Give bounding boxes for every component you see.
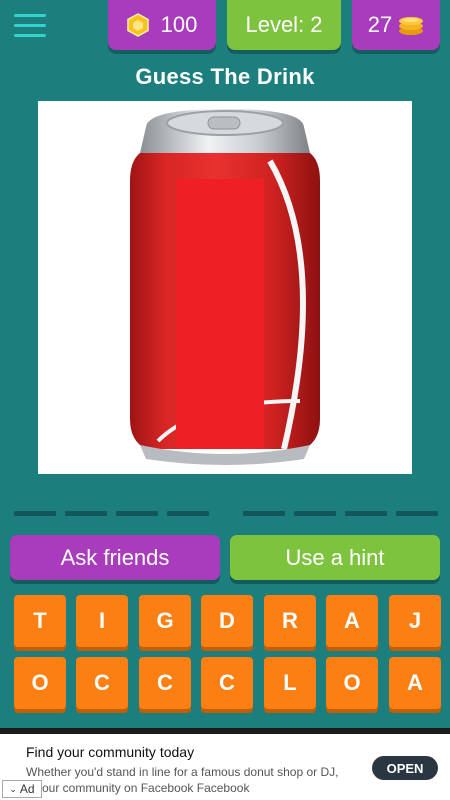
letter-tile[interactable]: T bbox=[14, 595, 66, 647]
letter-tile[interactable]: O bbox=[326, 657, 378, 709]
ad-text-line: d your community on Facebook Facebook bbox=[26, 781, 250, 795]
letter-tile[interactable]: C bbox=[139, 657, 191, 709]
letter-tile[interactable]: C bbox=[76, 657, 128, 709]
soda-can-image bbox=[130, 109, 320, 465]
letter-tile[interactable]: J bbox=[389, 595, 441, 647]
level-badge: Level: 2 bbox=[227, 0, 341, 50]
coins-value: 27 bbox=[367, 12, 393, 37]
letter-tile[interactable]: A bbox=[326, 595, 378, 647]
ad-text-line: Whether you'd stand in line for a famous… bbox=[26, 765, 339, 779]
letter-tile[interactable]: L bbox=[264, 657, 316, 709]
coins-stack-icon bbox=[399, 17, 424, 35]
answer-slot[interactable] bbox=[116, 511, 158, 516]
gems-counter[interactable]: 100 bbox=[108, 0, 216, 50]
ad-banner[interactable]: Find your community today Whether you'd … bbox=[0, 728, 450, 800]
letter-tiles: T I G D R A J O C C C L O A bbox=[0, 595, 450, 715]
answer-slot[interactable] bbox=[243, 511, 285, 516]
use-hint-button[interactable]: Use a hint bbox=[230, 535, 440, 580]
answer-slot[interactable] bbox=[14, 511, 56, 516]
letter-tile[interactable]: G bbox=[139, 595, 191, 647]
letter-tile[interactable]: C bbox=[201, 657, 253, 709]
letter-tile[interactable]: I bbox=[76, 595, 128, 647]
letter-tile[interactable]: O bbox=[14, 657, 66, 709]
answer-slots bbox=[0, 511, 450, 519]
ad-title: Find your community today bbox=[26, 744, 195, 760]
gems-value: 100 bbox=[160, 12, 198, 37]
ask-friends-button[interactable]: Ask friends bbox=[10, 535, 220, 580]
letter-tile[interactable]: R bbox=[264, 595, 316, 647]
top-bar: 100 Level: 2 27 bbox=[0, 0, 450, 56]
hexagon-gem-icon bbox=[126, 13, 149, 37]
menu-icon[interactable] bbox=[14, 14, 46, 42]
answer-slot[interactable] bbox=[345, 511, 387, 516]
chevron-down-icon: ⌄ bbox=[9, 783, 17, 794]
answer-slot[interactable] bbox=[294, 511, 336, 516]
answer-slot[interactable] bbox=[396, 511, 438, 516]
puzzle-title: Guess The Drink bbox=[135, 64, 315, 89]
ad-text: Whether you'd stand in line for a famous… bbox=[26, 764, 356, 796]
ad-badge-label: Ad bbox=[19, 782, 35, 796]
letter-tile[interactable]: D bbox=[201, 595, 253, 647]
ad-open-button[interactable]: OPEN bbox=[372, 756, 438, 780]
puzzle-image bbox=[38, 101, 412, 474]
answer-slot[interactable] bbox=[167, 511, 209, 516]
ad-badge[interactable]: ⌄ Ad bbox=[2, 780, 42, 798]
level-label: Level: 2 bbox=[245, 12, 323, 37]
coins-counter[interactable]: 27 bbox=[352, 0, 440, 50]
answer-slot[interactable] bbox=[65, 511, 107, 516]
letter-tile[interactable]: A bbox=[389, 657, 441, 709]
